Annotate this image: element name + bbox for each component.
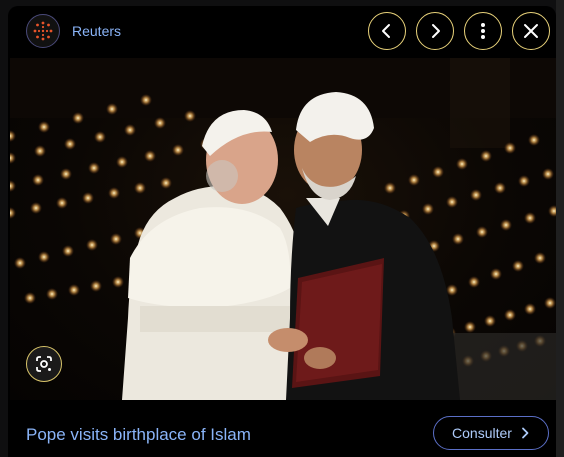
candle-light	[32, 174, 44, 186]
candle-light	[518, 175, 530, 187]
candle-light	[504, 309, 516, 321]
candle-light	[490, 268, 502, 280]
page-edge	[556, 0, 564, 457]
candle-light	[408, 174, 420, 186]
candle-light	[46, 288, 58, 300]
next-button[interactable]	[416, 12, 454, 50]
photo-illustration	[10, 58, 564, 400]
candle-light	[432, 166, 444, 178]
visit-button[interactable]: Consulter	[433, 416, 549, 450]
more-options-button[interactable]	[464, 12, 502, 50]
candle-light	[534, 252, 546, 264]
candle-light	[470, 189, 482, 201]
candle-light	[144, 150, 156, 162]
candle-light	[116, 156, 128, 168]
candle-light	[38, 251, 50, 263]
candle-light	[140, 94, 152, 106]
candle-light	[528, 134, 540, 146]
candle-light	[110, 233, 122, 245]
viewer-footer: Pope visits birthplace of Islam Consulte…	[8, 400, 556, 457]
candle-light	[544, 297, 556, 309]
candle-light	[184, 110, 196, 122]
candle-light	[86, 239, 98, 251]
candle-light	[524, 303, 536, 315]
candle-light	[24, 292, 36, 304]
viewer-header: Reuters	[0, 0, 564, 60]
candle-light	[504, 142, 516, 154]
candle-light	[60, 168, 72, 180]
candle-light	[154, 117, 166, 129]
candle-light	[112, 276, 124, 288]
close-icon	[524, 24, 538, 38]
image-viewer: Reuters Pope visits birthplace of Islam …	[0, 0, 564, 457]
candle-light	[94, 131, 106, 143]
candle-light	[68, 284, 80, 296]
candle-light	[88, 162, 100, 174]
candle-light	[452, 233, 464, 245]
candle-light	[10, 180, 16, 192]
candle-light	[476, 226, 488, 238]
candle-light	[384, 182, 396, 194]
candle-light	[422, 203, 434, 215]
source-name[interactable]: Reuters	[72, 23, 121, 39]
candle-light	[542, 168, 554, 180]
candle-light	[62, 245, 74, 257]
chevron-right-icon	[522, 427, 529, 439]
preview-image[interactable]	[10, 58, 564, 400]
candle-light	[30, 202, 42, 214]
google-lens-button[interactable]	[26, 346, 62, 382]
candle-light	[524, 212, 536, 224]
chevron-left-icon	[382, 24, 390, 38]
candle-light	[160, 177, 172, 189]
candle-light	[124, 124, 136, 136]
candle-light	[484, 315, 496, 327]
candle-light	[56, 197, 68, 209]
candle-light	[480, 150, 492, 162]
google-lens-icon	[36, 356, 52, 372]
candle-light	[82, 192, 94, 204]
more-vert-icon	[481, 23, 485, 39]
candle-light	[34, 145, 46, 157]
candle-light	[134, 182, 146, 194]
candle-light	[10, 207, 16, 219]
candle-light	[38, 121, 50, 133]
candle-light	[106, 103, 118, 115]
candle-light	[72, 112, 84, 124]
candle-light	[500, 219, 512, 231]
candle-light	[468, 276, 480, 288]
candle-light	[172, 144, 184, 156]
reuters-logo-icon[interactable]	[26, 14, 60, 48]
visit-button-label: Consulter	[452, 425, 512, 441]
candle-light	[64, 138, 76, 150]
candle-light	[108, 187, 120, 199]
candle-light	[446, 284, 458, 296]
close-button[interactable]	[512, 12, 550, 50]
candle-light	[446, 196, 458, 208]
candle-light	[14, 257, 26, 269]
chevron-right-icon	[432, 24, 440, 38]
candle-light	[10, 130, 16, 142]
candle-light	[494, 182, 506, 194]
candle-light	[10, 152, 16, 164]
image-headline[interactable]: Pope visits birthplace of Islam	[26, 425, 251, 445]
candle-light	[90, 280, 102, 292]
previous-button[interactable]	[368, 12, 406, 50]
candle-light	[464, 321, 476, 333]
candle-light	[512, 260, 524, 272]
candle-light	[456, 158, 468, 170]
